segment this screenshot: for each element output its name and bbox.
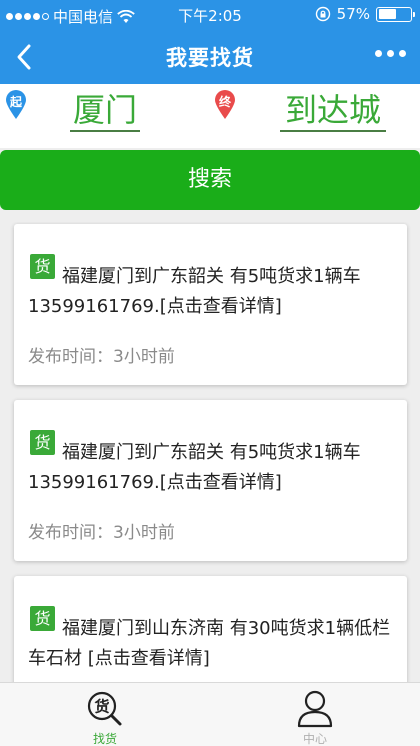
rotation-lock-icon	[315, 6, 330, 22]
listing-card[interactable]: 货 福建厦门到广东韶关 有5吨货求1辆车 13599161769.[点击查看详情…	[14, 400, 407, 561]
search-button[interactable]: 搜索	[0, 150, 420, 210]
destination-marker-label: 终	[218, 95, 231, 109]
origin-marker-label: 起	[9, 95, 22, 109]
listing-time: 发布时间：3小时前	[28, 518, 175, 543]
destination-city-field[interactable]: 到达城	[280, 88, 386, 132]
origin-city-field[interactable]: 厦门	[70, 88, 140, 132]
time-label: 发布时间：	[28, 523, 113, 543]
battery-percent: 57%	[336, 5, 370, 23]
origin-pin-icon: 起	[5, 90, 27, 124]
svg-text:货: 货	[94, 698, 109, 716]
time-value: 3小时前	[113, 347, 175, 367]
nav-bar: 我要找货	[0, 30, 420, 84]
route-selector: 起 厦门 终 到达城	[0, 84, 420, 148]
listing-time: 发布时间：3小时前	[28, 342, 175, 367]
listing-list: 货 福建厦门到广东韶关 有5吨货求1辆车 13599161769.[点击查看详情…	[0, 222, 420, 682]
person-icon	[297, 690, 333, 728]
tab-bar: 货 找货 中心	[0, 682, 420, 746]
time-value: 3小时前	[113, 523, 175, 543]
goods-search-icon: 货	[87, 691, 122, 726]
time-label: 发布时间：	[28, 347, 113, 367]
tab-center[interactable]: 中心	[210, 683, 420, 746]
tab-find-goods[interactable]: 货 找货	[0, 683, 210, 746]
battery-fill	[378, 9, 397, 19]
status-right: 57%	[315, 5, 415, 23]
status-bar: 中国电信 下午2:05 57%	[0, 0, 420, 30]
listing-card[interactable]: 货 福建厦门到山东济南 有30吨货求1辆低栏车石材 [点击查看详情]	[14, 576, 407, 682]
tab-label: 找货	[92, 732, 117, 746]
page-title: 我要找货	[166, 46, 254, 70]
battery-icon	[376, 6, 415, 22]
destination-pin-icon: 终	[214, 90, 236, 124]
listing-description: 福建厦门到广东韶关 有5吨货求1辆车 13599161769.[点击查看详情]	[28, 266, 361, 317]
listing-description: 福建厦门到广东韶关 有5吨货求1辆车 13599161769.[点击查看详情]	[28, 442, 361, 493]
more-icon[interactable]	[375, 50, 406, 57]
listing-card[interactable]: 货 福建厦门到广东韶关 有5吨货求1辆车 13599161769.[点击查看详情…	[14, 224, 407, 385]
listing-description: 福建厦门到山东济南 有30吨货求1辆低栏车石材 [点击查看详情]	[28, 618, 391, 669]
tab-label: 中心	[302, 732, 327, 746]
